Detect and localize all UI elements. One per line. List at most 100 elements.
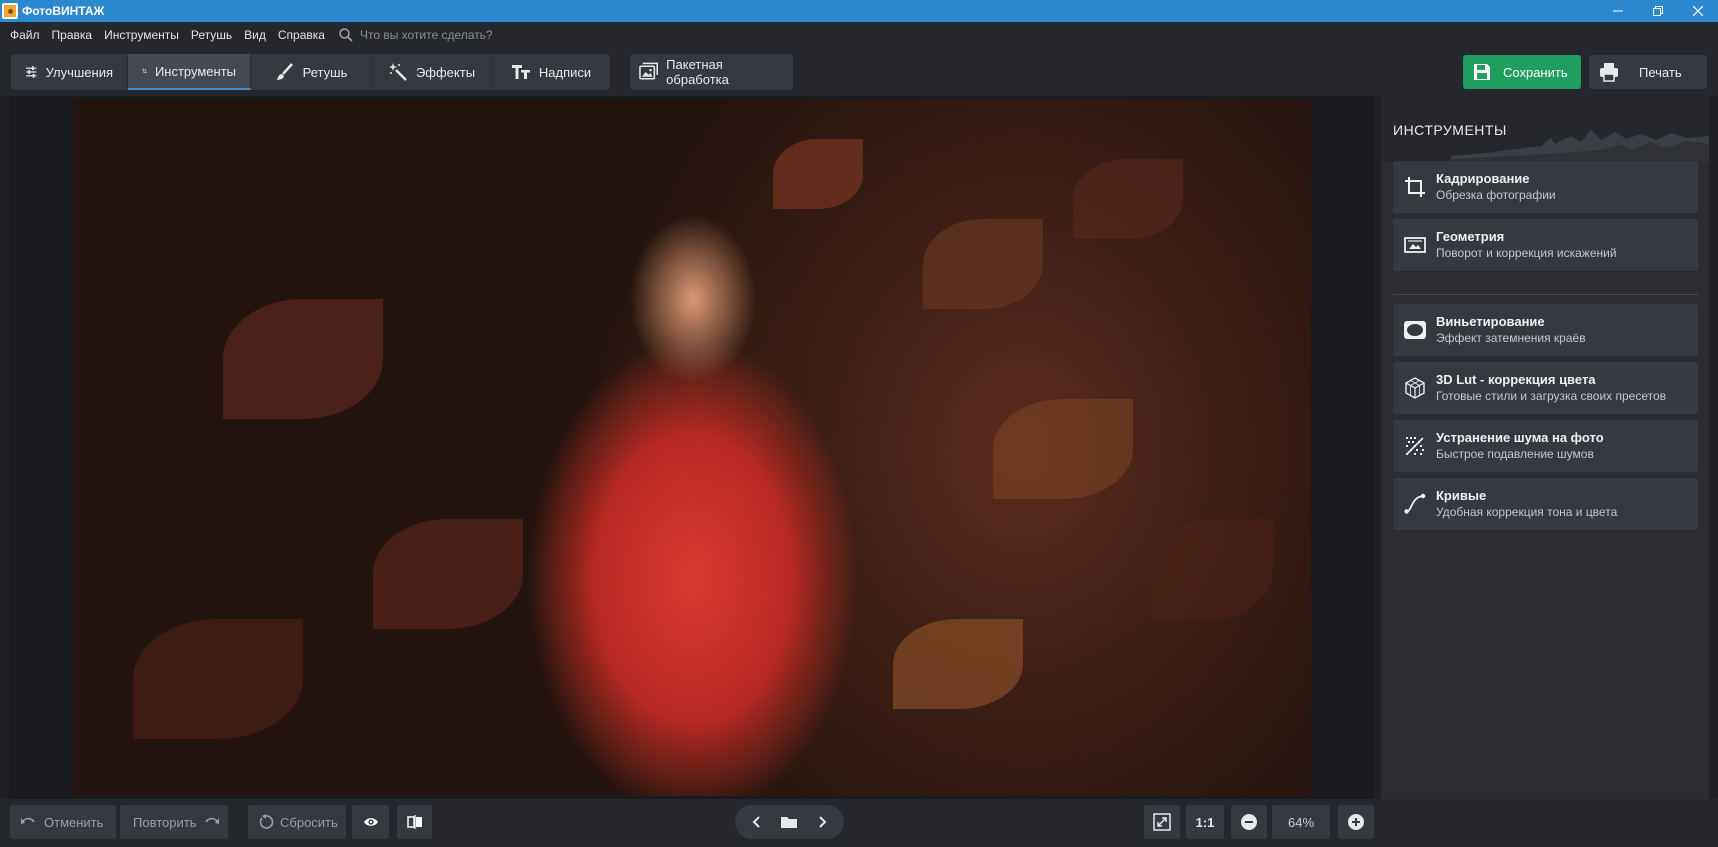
tool-crop[interactable]: Кадрирование Обрезка фотографии (1393, 161, 1698, 213)
zoom-out-button[interactable] (1231, 805, 1267, 839)
tool-title: Кадрирование (1436, 171, 1530, 186)
main-toolbar: Улучшения Инструменты Ретушь Эффекты Над… (0, 48, 1718, 96)
tool-text: Кадрирование Обрезка фотографии (1436, 171, 1556, 203)
foliage-decoration (1153, 519, 1273, 619)
undo-label: Отменить (44, 814, 104, 830)
tool-vignette[interactable]: Виньетирование Эффект затемнения краёв (1393, 304, 1698, 356)
open-folder-button[interactable] (775, 808, 803, 836)
menu-help[interactable]: Справка (278, 28, 325, 42)
reset-label: Сбросить (280, 814, 338, 830)
images-icon (639, 62, 658, 80)
menu-edit[interactable]: Правка (52, 28, 93, 42)
tool-text: 3D Lut - коррекция цвета Готовые стили и… (1436, 372, 1666, 404)
batch-processing-button[interactable]: Пакетная обработка (630, 54, 793, 90)
tab-label: Эффекты (415, 64, 476, 80)
tab-effects[interactable]: Эффекты (372, 54, 492, 90)
tool-description: Удобная коррекция тона и цвета (1436, 505, 1618, 519)
foliage-decoration (773, 139, 863, 209)
crop-icon (142, 68, 147, 74)
reset-button[interactable]: Сбросить (248, 805, 346, 839)
menu-tools[interactable]: Инструменты (104, 28, 179, 42)
tool-description: Поворот и коррекция искажений (1436, 246, 1617, 260)
fit-to-screen-button[interactable] (1144, 805, 1180, 839)
brush-icon (276, 63, 293, 80)
previous-image-button[interactable] (743, 808, 771, 836)
actual-size-button[interactable]: 1:1 (1186, 805, 1224, 839)
compare-icon (406, 815, 422, 829)
tool-noise-reduction[interactable]: Устранение шума на фото Быстрое подавлен… (1393, 420, 1698, 472)
tool-description: Готовые стили и загрузка своих пресетов (1436, 389, 1667, 403)
fit-screen-icon (1153, 813, 1171, 831)
bottom-bar: Отменить Повторить Сбросить 1:1 64% (0, 799, 1718, 847)
tool-description: Обрезка фотографии (1436, 188, 1556, 202)
tool-title: 3D Lut - коррекция цвета (1436, 372, 1596, 387)
mode-tabs: Улучшения Инструменты Ретушь Эффекты Над… (11, 54, 610, 90)
restore-button[interactable] (1638, 0, 1678, 22)
save-label: Сохранить (1503, 64, 1568, 80)
compare-button[interactable] (397, 805, 432, 839)
next-image-button[interactable] (808, 808, 836, 836)
search-input[interactable] (359, 28, 560, 42)
zoom-in-icon (1348, 814, 1364, 830)
zoom-in-button[interactable] (1338, 805, 1374, 839)
redo-label: Повторить (133, 814, 197, 830)
tool-curves[interactable]: Кривые Удобная коррекция тона и цвета (1393, 478, 1698, 530)
batch-label: Пакетная обработка (666, 57, 729, 87)
panel-header: ИНСТРУМЕНТЫ (1381, 96, 1709, 162)
foliage-decoration (893, 619, 1023, 709)
printer-icon (1600, 63, 1618, 82)
eye-icon (363, 818, 378, 826)
reset-icon (259, 814, 274, 829)
tool-text: Кривые Удобная коррекция тона и цвета (1436, 488, 1617, 520)
print-label: Печать (1639, 64, 1682, 80)
menu-file[interactable]: Файл (10, 28, 40, 42)
tab-captions[interactable]: Надписи (492, 54, 610, 90)
save-button[interactable]: Сохранить (1463, 55, 1581, 89)
tool-title: Геометрия (1436, 229, 1505, 244)
undo-icon (21, 817, 35, 824)
tab-retouch[interactable]: Ретушь (251, 54, 372, 90)
tab-enhancements[interactable]: Улучшения (11, 54, 128, 90)
tools-panel: ИНСТРУМЕНТЫ Кадрирование Обрезка фотогра… (1381, 96, 1709, 841)
redo-button[interactable]: Повторить (120, 805, 228, 839)
menu-retouch[interactable]: Ретушь (191, 28, 232, 42)
close-icon (1693, 6, 1703, 16)
tool-geometry[interactable]: Геометрия Поворот и коррекция искажений (1393, 219, 1698, 271)
tool-3d-lut[interactable]: 3D Lut - коррекция цвета Готовые стили и… (1393, 362, 1698, 414)
preview-original-button[interactable] (352, 805, 389, 839)
menu-bar: Файл Правка Инструменты Ретушь Вид Справ… (0, 22, 1718, 48)
zoom-level[interactable]: 64% (1272, 805, 1330, 839)
folder-icon (781, 817, 798, 828)
crop-icon (1405, 177, 1425, 197)
tool-description: Быстрое подавление шумов (1436, 447, 1594, 461)
tab-label: Улучшения (45, 64, 113, 80)
tab-tools[interactable]: Инструменты (128, 54, 251, 90)
tool-title: Кривые (1436, 488, 1487, 503)
minimize-button[interactable] (1598, 0, 1638, 22)
tool-title: Виньетирование (1436, 314, 1545, 329)
sliders-icon (26, 66, 37, 78)
restore-icon (1653, 6, 1663, 16)
search-icon (339, 28, 353, 42)
title-bar: ФотоВИНТАЖ (0, 0, 1718, 22)
text-icon (511, 65, 530, 79)
window-controls (1598, 0, 1718, 22)
minimize-icon (1613, 10, 1623, 12)
forest-silhouette-icon (1451, 130, 1709, 162)
app-logo-icon (2, 3, 18, 19)
undo-button[interactable]: Отменить (10, 805, 116, 839)
menu-view[interactable]: Вид (244, 28, 266, 42)
tool-description: Эффект затемнения краёв (1436, 331, 1586, 345)
close-button[interactable] (1678, 0, 1718, 22)
tab-label: Ретушь (302, 64, 348, 80)
window-title: ФотоВИНТАЖ (22, 4, 105, 18)
foliage-decoration (223, 299, 383, 419)
image-navigation (735, 805, 844, 839)
print-button[interactable]: Печать (1589, 55, 1707, 89)
image-canvas[interactable] (9, 96, 1374, 799)
photo-preview[interactable] (73, 99, 1311, 796)
tool-text: Устранение шума на фото Быстрое подавлен… (1436, 430, 1604, 462)
noise-icon (1406, 437, 1424, 455)
curves-icon (1404, 493, 1426, 514)
floppy-disk-icon (1474, 64, 1490, 80)
